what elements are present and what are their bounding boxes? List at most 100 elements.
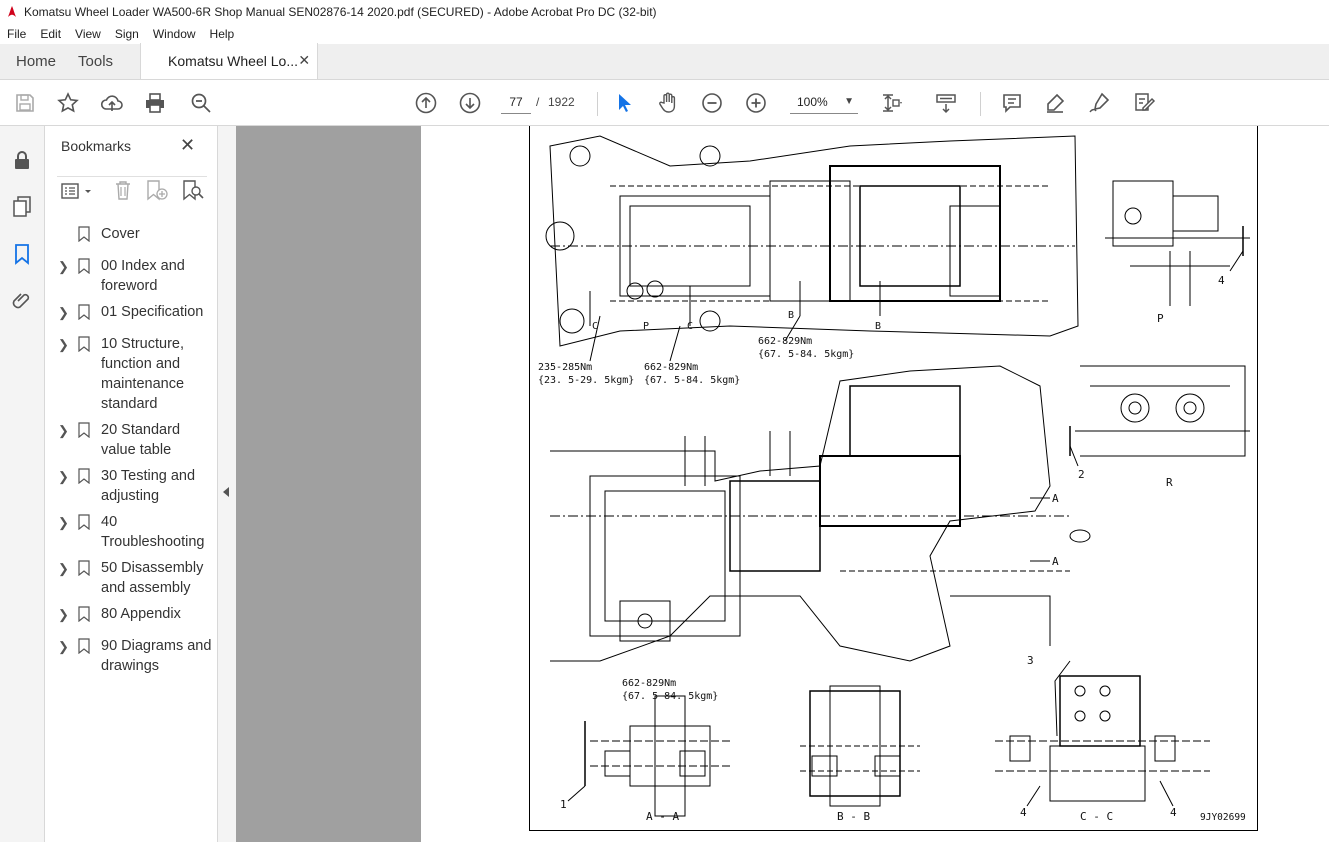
bookmark-label: 30 Testing and adjusting <box>101 468 196 504</box>
attachments-paperclip-icon[interactable] <box>10 288 34 312</box>
menu-sign[interactable]: Sign <box>108 27 146 41</box>
page-thumbnails-icon[interactable] <box>10 194 34 218</box>
menu-view[interactable]: View <box>68 27 108 41</box>
previous-page-icon[interactable] <box>414 91 438 115</box>
select-cursor-icon[interactable] <box>612 91 636 115</box>
window-title: Komatsu Wheel Loader WA500-6R Shop Manua… <box>24 5 657 19</box>
next-page-icon[interactable] <box>458 91 482 115</box>
chevron-right-icon[interactable]: ❯ <box>58 513 69 533</box>
tab-document[interactable]: Komatsu Wheel Lo... ✕ <box>140 43 319 79</box>
torque-aa-kgm: {67. 5-84. 5kgm} <box>622 691 719 702</box>
label-view-p: P <box>1157 312 1164 325</box>
document-gutter <box>236 126 421 842</box>
drawing-frame: C P C B B 235-285Nm {23. 5-29. 5kgm} 662… <box>529 126 1258 831</box>
bookmarks-tools <box>57 176 207 204</box>
menu-bar: File Edit View Sign Window Help <box>0 24 1329 44</box>
tab-bar: Home Tools Komatsu Wheel Lo... ✕ <box>0 43 1329 80</box>
zoom-in-icon[interactable] <box>744 91 768 115</box>
label-c-2: C <box>687 321 694 332</box>
section-a-a: A - A <box>646 810 680 823</box>
menu-help[interactable]: Help <box>203 27 242 41</box>
bookmark-options-icon[interactable] <box>61 181 95 201</box>
find-bookmark-icon[interactable] <box>181 179 205 201</box>
bookmark-icon <box>78 606 90 622</box>
chevron-right-icon[interactable]: ❯ <box>58 421 69 441</box>
label-a-2: A <box>1052 555 1059 568</box>
chevron-right-icon[interactable]: ❯ <box>58 257 69 277</box>
page-fit-icon[interactable] <box>880 91 904 115</box>
tab-tools[interactable]: Tools <box>72 43 129 79</box>
bookmark-icon <box>78 226 90 242</box>
chevron-right-icon[interactable]: ❯ <box>58 559 69 579</box>
bookmark-icon <box>78 560 90 576</box>
label-a-1: A <box>1052 492 1059 505</box>
technical-drawing <box>545 135 1250 817</box>
page-number-input[interactable]: 77 <box>501 90 531 114</box>
bookmarks-panel: Bookmarks ✕ Cover ❯ 00 Index and forewor… <box>45 126 218 842</box>
lock-icon[interactable] <box>10 148 34 172</box>
zoom-search-icon[interactable] <box>189 91 213 115</box>
bookmark-label: 01 Specification <box>101 304 204 320</box>
label-b-1: B <box>788 310 795 321</box>
chevron-right-icon[interactable]: ❯ <box>58 335 69 355</box>
bookmarks-panel-title: Bookmarks <box>61 138 132 154</box>
tab-document-label: Komatsu Wheel Lo... <box>168 53 298 69</box>
collapse-arrow-icon[interactable] <box>223 487 229 497</box>
chevron-down-icon: ▼ <box>844 96 854 107</box>
acrobat-logo-icon <box>8 6 16 17</box>
zoom-level-select[interactable]: 100% ▼ <box>790 90 858 114</box>
bookmarks-icon[interactable] <box>10 242 34 266</box>
chevron-right-icon[interactable]: ❯ <box>58 467 69 487</box>
toolbar: 77 / 1922 100% ▼ <box>0 80 1329 126</box>
highlight-pen-icon[interactable] <box>1043 91 1067 115</box>
chevron-right-icon[interactable]: ❯ <box>58 303 69 323</box>
page-total: 1922 <box>548 95 575 109</box>
star-icon[interactable] <box>56 91 80 115</box>
menu-edit[interactable]: Edit <box>33 27 68 41</box>
bookmark-label: 50 Disassembly and assembly <box>101 560 204 596</box>
close-panel-icon[interactable]: ✕ <box>180 135 195 156</box>
toolbar-divider <box>597 92 598 116</box>
menu-window[interactable]: Window <box>146 27 203 41</box>
new-bookmark-icon[interactable] <box>145 179 169 201</box>
label-4-c: 4 <box>1170 806 1177 819</box>
bookmark-icon <box>78 304 90 320</box>
torque-aa-nm: 662-829Nm <box>622 678 677 689</box>
label-p-1: P <box>643 321 650 332</box>
page-separator: / <box>536 95 540 109</box>
bookmark-icon <box>78 468 90 484</box>
bookmark-label: 00 Index and foreword <box>101 258 185 294</box>
bookmark-label: 80 Appendix <box>101 606 181 622</box>
figure-id: 9JY02699 <box>1200 812 1246 823</box>
label-1: 1 <box>560 798 567 811</box>
document-page[interactable]: C P C B B 235-285Nm {23. 5-29. 5kgm} 662… <box>421 126 1329 842</box>
hand-tool-icon[interactable] <box>656 91 680 115</box>
torque-p-nm: 662-829Nm <box>644 362 699 373</box>
scroll-mode-icon[interactable] <box>934 91 958 115</box>
close-tab-icon[interactable]: ✕ <box>298 52 310 69</box>
bookmark-label: 40 Troubleshooting <box>101 514 205 550</box>
torque-p-kgm: {67. 5-84. 5kgm} <box>644 375 741 386</box>
section-b-b: B - B <box>837 810 871 823</box>
bookmark-label: 10 Structure, function and maintenance s… <box>101 336 185 412</box>
label-2: 2 <box>1078 468 1085 481</box>
chevron-right-icon[interactable]: ❯ <box>58 637 69 657</box>
comment-icon[interactable] <box>1000 91 1024 115</box>
zoom-level-value: 100% <box>797 95 828 109</box>
tab-home[interactable]: Home <box>0 43 72 79</box>
bookmark-icon <box>78 638 90 654</box>
draw-pen-icon[interactable] <box>1087 91 1111 115</box>
cloud-upload-icon[interactable] <box>100 91 124 115</box>
torque-cc-nm: 235-285Nm <box>538 362 593 373</box>
panel-collapse-bar[interactable] <box>218 126 236 842</box>
chevron-right-icon[interactable]: ❯ <box>58 605 69 625</box>
zoom-out-icon[interactable] <box>700 91 724 115</box>
save-icon[interactable] <box>13 91 37 115</box>
menu-file[interactable]: File <box>0 27 33 41</box>
label-4-b: 4 <box>1020 806 1027 819</box>
torque-cc-kgm: {23. 5-29. 5kgm} <box>538 375 635 386</box>
fill-sign-icon[interactable] <box>1132 91 1156 115</box>
delete-bookmark-icon[interactable] <box>113 179 133 201</box>
bookmark-label: Cover <box>101 226 140 242</box>
print-icon[interactable] <box>143 91 167 115</box>
